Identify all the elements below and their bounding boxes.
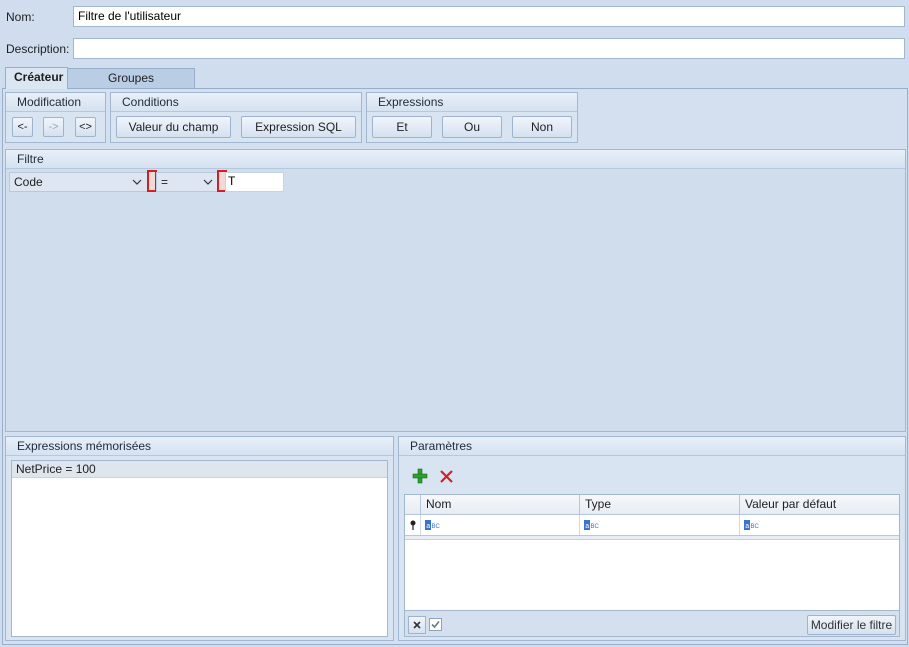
not-button[interactable]: Non: [512, 116, 572, 138]
memorized-title: Expressions mémorisées: [6, 437, 393, 456]
modify-filter-button[interactable]: Modifier le filtre: [807, 615, 896, 635]
swap-button[interactable]: <>: [75, 117, 96, 137]
checkmark-icon: [431, 620, 440, 629]
text-field-icon: a BC: [584, 520, 600, 530]
filter-title: Filtre: [6, 150, 905, 169]
column-header-type[interactable]: Type: [580, 495, 740, 515]
svg-text:BC: BC: [432, 524, 441, 530]
svg-text:a: a: [585, 523, 589, 530]
move-left-button[interactable]: <-: [12, 117, 33, 137]
tab-groupes-operateurs[interactable]: Groupes d'opérateurs: [67, 68, 195, 104]
text-field-icon: a BC: [744, 520, 760, 530]
parameters-title: Paramètres: [399, 437, 905, 456]
new-row-default-cell[interactable]: a BC: [740, 515, 899, 535]
modification-title: Modification: [6, 93, 105, 112]
description-label: Description:: [6, 42, 70, 56]
chevron-down-icon: [203, 179, 213, 185]
conditions-title: Conditions: [111, 93, 361, 112]
tab-createur[interactable]: Créateur: [5, 67, 68, 89]
grid-indicator-header: [405, 495, 421, 515]
filter-operator-value: =: [161, 175, 169, 189]
grid-separator: [405, 536, 899, 540]
svg-text:BC: BC: [751, 524, 760, 530]
parameters-grid: Nom Type Valeur par défaut a BC a BC a B…: [404, 494, 900, 611]
pin-icon: [410, 520, 416, 530]
list-item[interactable]: NetPrice = 100: [12, 461, 387, 478]
expressions-title: Expressions: [367, 93, 577, 112]
add-icon[interactable]: [412, 468, 428, 484]
and-button[interactable]: Et: [372, 116, 432, 138]
delete-icon[interactable]: [439, 469, 454, 484]
name-label: Nom:: [6, 10, 35, 24]
sql-expression-button[interactable]: Expression SQL: [241, 116, 356, 138]
name-input[interactable]: Filtre de l'utilisateur: [73, 6, 905, 27]
description-input[interactable]: [73, 38, 905, 59]
memorized-list[interactable]: NetPrice = 100: [11, 460, 388, 637]
grid-header: Nom Type Valeur par défaut: [405, 495, 899, 515]
text-field-icon: a BC: [425, 520, 441, 530]
move-right-button[interactable]: ->: [43, 117, 64, 137]
close-icon: [413, 621, 421, 629]
filter-field-combo[interactable]: Code: [9, 172, 148, 192]
new-row-nom-cell[interactable]: a BC: [421, 515, 580, 535]
svg-text:a: a: [745, 523, 749, 530]
filter-operator-combo[interactable]: =: [156, 172, 219, 192]
filter-field-value: Code: [14, 175, 43, 189]
enable-filter-checkbox[interactable]: [429, 618, 442, 631]
new-row-indicator: [405, 515, 421, 535]
filter-value-input[interactable]: T: [225, 172, 284, 192]
column-header-nom[interactable]: Nom: [421, 495, 580, 515]
table-row[interactable]: a BC a BC a BC: [405, 515, 899, 536]
or-button[interactable]: Ou: [442, 116, 502, 138]
new-row-type-cell[interactable]: a BC: [580, 515, 740, 535]
clear-filter-button[interactable]: [408, 616, 426, 634]
chevron-down-icon: [132, 179, 142, 185]
svg-text:BC: BC: [591, 524, 600, 530]
svg-text:a: a: [426, 523, 430, 530]
field-value-button[interactable]: Valeur du champ: [116, 116, 231, 138]
column-header-default[interactable]: Valeur par défaut: [740, 495, 899, 515]
